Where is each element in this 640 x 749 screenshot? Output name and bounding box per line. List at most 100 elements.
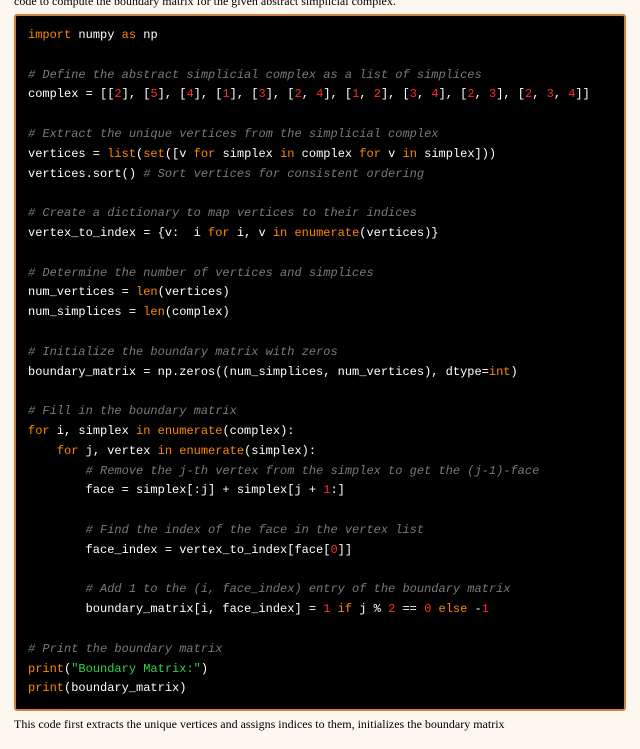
code-text: ,	[359, 87, 373, 101]
keyword-for: for	[194, 147, 216, 161]
code-text: vertices.sort()	[28, 167, 143, 181]
code-text: ,	[475, 87, 489, 101]
code-comment: # Create a dictionary to map vertices to…	[28, 206, 417, 220]
builtin-enumerate: enumerate	[294, 226, 359, 240]
code-text: (vertices)	[158, 285, 230, 299]
prose-above-code: code to compute the boundary matrix for …	[14, 0, 626, 8]
code-number: 2	[467, 87, 474, 101]
code-text: ], [	[323, 87, 352, 101]
builtin-int: int	[489, 365, 511, 379]
code-comment: # Extract the unique vertices from the s…	[28, 127, 438, 141]
code-number: 1	[482, 602, 489, 616]
code-text: (complex):	[222, 424, 294, 438]
code-text: ]]	[575, 87, 589, 101]
code-text	[431, 602, 438, 616]
code-text	[28, 444, 57, 458]
code-text: i, simplex	[50, 424, 136, 438]
code-number: 3	[547, 87, 554, 101]
keyword-for: for	[57, 444, 79, 458]
code-text: )	[201, 662, 208, 676]
code-text: ], [	[381, 87, 410, 101]
page: code to compute the boundary matrix for …	[0, 0, 640, 749]
builtin-len: len	[143, 305, 165, 319]
prose-below-code: This code first extracts the unique vert…	[14, 715, 626, 733]
code-text: np	[136, 28, 158, 42]
code-comment: # Remove the j-th vertex from the simple…	[86, 464, 540, 478]
code-number: 0	[330, 543, 337, 557]
code-text: (simplex):	[244, 444, 316, 458]
code-number: 4	[186, 87, 193, 101]
code-text: face_index = vertex_to_index[face[	[28, 543, 330, 557]
keyword-import: import	[28, 28, 71, 42]
code-text: ==	[395, 602, 424, 616]
code-text: j %	[352, 602, 388, 616]
code-string: "Boundary Matrix:"	[71, 662, 201, 676]
code-text: face = simplex[:j] + simplex[j +	[28, 483, 323, 497]
code-number: 3	[410, 87, 417, 101]
keyword-in: in	[158, 444, 172, 458]
keyword-for: for	[208, 226, 230, 240]
code-text: ], [	[230, 87, 259, 101]
code-text: boundary_matrix = np.zeros((num_simplice…	[28, 365, 489, 379]
code-comment: # Sort vertices for consistent ordering	[143, 167, 424, 181]
code-text: (complex)	[165, 305, 230, 319]
code-text	[28, 523, 86, 537]
builtin-print: print	[28, 662, 64, 676]
code-text: i, v	[230, 226, 273, 240]
builtin-print: print	[28, 681, 64, 695]
code-text	[330, 602, 337, 616]
code-text	[28, 582, 86, 596]
code-text: numpy	[71, 28, 121, 42]
code-comment: # Define the abstract simplicial complex…	[28, 68, 482, 82]
keyword-in: in	[273, 226, 287, 240]
code-text: v	[381, 147, 403, 161]
code-text: vertex_to_index = {v: i	[28, 226, 208, 240]
builtin-enumerate: enumerate	[158, 424, 223, 438]
code-text: ], [	[194, 87, 223, 101]
code-text: ], [	[439, 87, 468, 101]
code-text: ([v	[165, 147, 194, 161]
code-text: num_simplices =	[28, 305, 143, 319]
code-text: complex = [[	[28, 87, 114, 101]
builtin-enumerate: enumerate	[179, 444, 244, 458]
keyword-as: as	[122, 28, 136, 42]
builtin-len: len	[136, 285, 158, 299]
keyword-else: else	[439, 602, 468, 616]
keyword-for: for	[359, 147, 381, 161]
keyword-in: in	[280, 147, 294, 161]
code-comment: # Initialize the boundary matrix with ze…	[28, 345, 338, 359]
code-text: (boundary_matrix)	[64, 681, 186, 695]
code-number: 4	[431, 87, 438, 101]
code-number: 2	[295, 87, 302, 101]
keyword-for: for	[28, 424, 50, 438]
code-text: ,	[532, 87, 546, 101]
code-number: 2	[374, 87, 381, 101]
code-text: j, vertex	[78, 444, 157, 458]
code-text: (vertices)}	[359, 226, 438, 240]
code-text: num_vertices =	[28, 285, 136, 299]
code-text: simplex]))	[417, 147, 496, 161]
code-text: (	[64, 662, 71, 676]
code-text: ,	[417, 87, 431, 101]
code-text: ], [	[266, 87, 295, 101]
builtin-list: list	[107, 147, 136, 161]
keyword-in: in	[136, 424, 150, 438]
code-comment: # Print the boundary matrix	[28, 642, 222, 656]
code-text	[28, 464, 86, 478]
code-block: import numpy as np # Define the abstract…	[14, 14, 626, 711]
keyword-if: if	[338, 602, 352, 616]
code-number: 2	[114, 87, 121, 101]
code-text: boundary_matrix[i, face_index] =	[28, 602, 323, 616]
builtin-set: set	[143, 147, 165, 161]
code-text	[150, 424, 157, 438]
code-number: 3	[258, 87, 265, 101]
code-text: -	[467, 602, 481, 616]
code-text: vertices =	[28, 147, 107, 161]
keyword-in: in	[403, 147, 417, 161]
code-comment: # Add 1 to the (i, face_index) entry of …	[86, 582, 511, 596]
code-text: :]	[330, 483, 344, 497]
code-text: ,	[554, 87, 568, 101]
code-comment: # Fill in the boundary matrix	[28, 404, 237, 418]
code-text: ,	[302, 87, 316, 101]
code-text: ]]	[338, 543, 352, 557]
